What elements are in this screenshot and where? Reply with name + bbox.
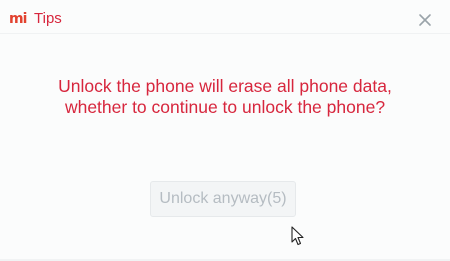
dialog-title: Tips (34, 10, 62, 27)
unlock-anyway-button[interactable]: Unlock anyway(5) (150, 181, 296, 217)
tips-dialog: mi Tips Unlock the phone will erase all … (0, 0, 450, 261)
close-icon[interactable] (415, 10, 435, 30)
warning-message: Unlock the phone will erase all phone da… (58, 76, 392, 117)
mouse-pointer-icon (291, 226, 305, 246)
dialog-titlebar[interactable]: mi Tips (0, 4, 450, 34)
mi-logo: mi (9, 11, 27, 27)
